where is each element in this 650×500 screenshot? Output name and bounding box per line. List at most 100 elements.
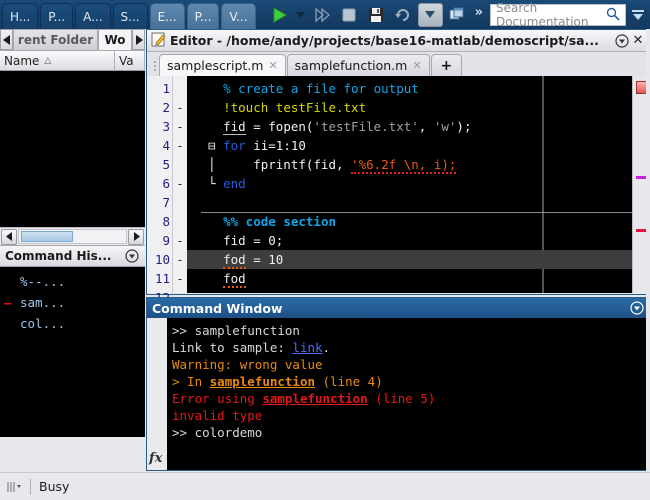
history-item-text: sam...: [20, 295, 66, 310]
search-placeholder: Search Documentation: [495, 1, 589, 29]
run-button[interactable]: [267, 3, 292, 27]
editor-tab-close-icon[interactable]: ✕: [268, 59, 277, 72]
code-line[interactable]: fid = 0;: [187, 231, 632, 250]
code-line[interactable]: %% code section: [187, 212, 632, 231]
ribbon-tab-label: A...: [83, 9, 103, 24]
code-line[interactable]: fod: [187, 269, 632, 288]
history-item[interactable]: — sam...: [0, 292, 145, 313]
search-documentation-input[interactable]: Search Documentation: [489, 1, 626, 29]
console-line: > In samplefunction (line 4): [172, 373, 650, 390]
ribbon-tab-6[interactable]: V...: [221, 3, 256, 29]
code-line[interactable]: [187, 193, 632, 212]
history-item[interactable]: %--...: [0, 271, 145, 292]
line-number: 7: [162, 195, 170, 210]
ribbon-tab-3[interactable]: S...: [112, 3, 148, 29]
stop-button[interactable]: [337, 3, 362, 27]
editor-tab-0[interactable]: samplescript.m ✕: [159, 54, 286, 76]
column-header-value[interactable]: Va: [115, 50, 145, 71]
breakpoint-slot[interactable]: [173, 155, 187, 174]
tabs-scroll-right-icon[interactable]: [132, 29, 145, 50]
command-window-options-icon[interactable]: [629, 300, 645, 316]
resize-grip-icon[interactable]: [6, 479, 22, 495]
ribbon-tab-label: P...: [48, 9, 66, 24]
workspace-horizontal-scrollbar[interactable]: [0, 227, 145, 245]
console-token: >>: [172, 425, 195, 440]
breakpoint-slot[interactable]: -: [173, 269, 187, 288]
undo-icon[interactable]: [391, 3, 416, 27]
toolbar-overflow-button[interactable]: »: [471, 5, 487, 20]
command-window-header: Command Window: [147, 298, 650, 318]
run-advance-button[interactable]: [310, 3, 335, 27]
scrollbar-thumb[interactable]: [21, 231, 73, 242]
editor-options-icon[interactable]: [614, 33, 630, 49]
command-window-output[interactable]: >> samplefunction Link to sample: link. Wa…: [167, 318, 650, 470]
editor-icon: [151, 32, 166, 50]
code-line[interactable]: └ end: [187, 174, 632, 193]
save-icon[interactable]: [364, 3, 389, 27]
breakpoint-slot[interactable]: [173, 212, 187, 231]
code-token: fid: [223, 119, 246, 135]
editor-file-tabs: samplescript.m ✕ samplefunction.m ✕ +: [147, 52, 650, 76]
command-window-panel: Command Window fx >> samplefunction Link …: [146, 297, 650, 471]
breakpoint-slot[interactable]: -: [173, 231, 187, 250]
history-item[interactable]: col...: [0, 313, 145, 334]
code-line[interactable]: ⊟ for ii=1:10: [187, 136, 632, 155]
ribbon-tab-1[interactable]: P...: [40, 3, 74, 29]
fx-function-browser-icon[interactable]: fx: [149, 451, 162, 466]
breakpoint-slot[interactable]: -: [173, 250, 187, 269]
sidebar-tab-workspace[interactable]: Wo: [98, 29, 132, 50]
search-icon: [606, 7, 620, 24]
code-line[interactable]: [187, 288, 632, 293]
toolbar-collapse-icon[interactable]: [630, 4, 646, 26]
breakpoint-slot[interactable]: -: [173, 174, 187, 193]
tab-drag-grip[interactable]: [151, 58, 159, 76]
scrollbar-track[interactable]: [18, 229, 127, 244]
new-tab-button[interactable]: +: [430, 54, 463, 76]
layout-icon[interactable]: [445, 3, 470, 27]
console-token: invalid type: [172, 408, 263, 423]
breakpoint-slot[interactable]: -: [173, 98, 187, 117]
ribbon-tab-label: V...: [229, 9, 248, 24]
console-link[interactable]: link: [292, 340, 322, 355]
line-number: 3: [162, 119, 170, 134]
ribbon-tab-2[interactable]: A...: [75, 3, 111, 29]
run-dropdown-icon[interactable]: [294, 3, 308, 27]
code-line[interactable]: │ fprintf(fid, '%6.2f \n, i);: [187, 155, 632, 174]
code-token: fid = 0;: [193, 233, 284, 248]
scroll-left-icon[interactable]: [1, 228, 17, 245]
console-line: invalid type: [172, 407, 650, 424]
editor-tab-close-icon[interactable]: ✕: [412, 59, 421, 72]
breakpoint-slot[interactable]: -: [173, 136, 187, 155]
breakpoint-gutter[interactable]: -------: [173, 76, 187, 293]
command-history-options-icon[interactable]: [124, 248, 140, 264]
code-text-area[interactable]: % create a file for output !touch testFi…: [187, 76, 632, 293]
workspace-table-body[interactable]: [0, 71, 145, 227]
breakpoint-slot[interactable]: [173, 193, 187, 212]
code-line[interactable]: !touch testFile.txt: [187, 98, 632, 117]
column-header-name[interactable]: Name △: [0, 50, 115, 71]
tabs-scroll-left-icon[interactable]: [0, 29, 13, 50]
left-panel-tabs: rent Folder Wo: [0, 29, 145, 51]
console-token: >>: [172, 323, 195, 338]
line-number: 4: [162, 138, 170, 153]
sort-ascending-icon: △: [44, 55, 52, 66]
code-cell-divider: [201, 212, 632, 213]
code-line[interactable]: fid = fopen('testFile.txt', 'w');: [187, 117, 632, 136]
command-history-list[interactable]: %--... — sam... col...: [0, 267, 145, 437]
ribbon-tab-5[interactable]: P...: [186, 3, 220, 29]
line-number: 6: [162, 176, 170, 191]
console-token: > In: [172, 374, 210, 389]
breakpoint-slot[interactable]: [173, 79, 187, 98]
editor-tab-1[interactable]: samplefunction.m ✕: [286, 54, 430, 76]
line-number: 9: [162, 233, 170, 248]
code-line[interactable]: fod = 10: [187, 250, 632, 269]
scroll-right-icon[interactable]: [128, 228, 144, 245]
ribbon-tab-4[interactable]: E...: [149, 3, 185, 29]
ribbon-tab-0[interactable]: H...: [2, 3, 39, 29]
breakpoint-slot[interactable]: -: [173, 117, 187, 136]
sidebar-tab-current-folder[interactable]: rent Folder: [13, 29, 99, 50]
code-line[interactable]: % create a file for output: [187, 79, 632, 98]
code-token: fod: [223, 252, 246, 269]
editor-close-icon[interactable]: ✕: [630, 33, 646, 49]
undo-dropdown-icon[interactable]: [417, 2, 443, 27]
